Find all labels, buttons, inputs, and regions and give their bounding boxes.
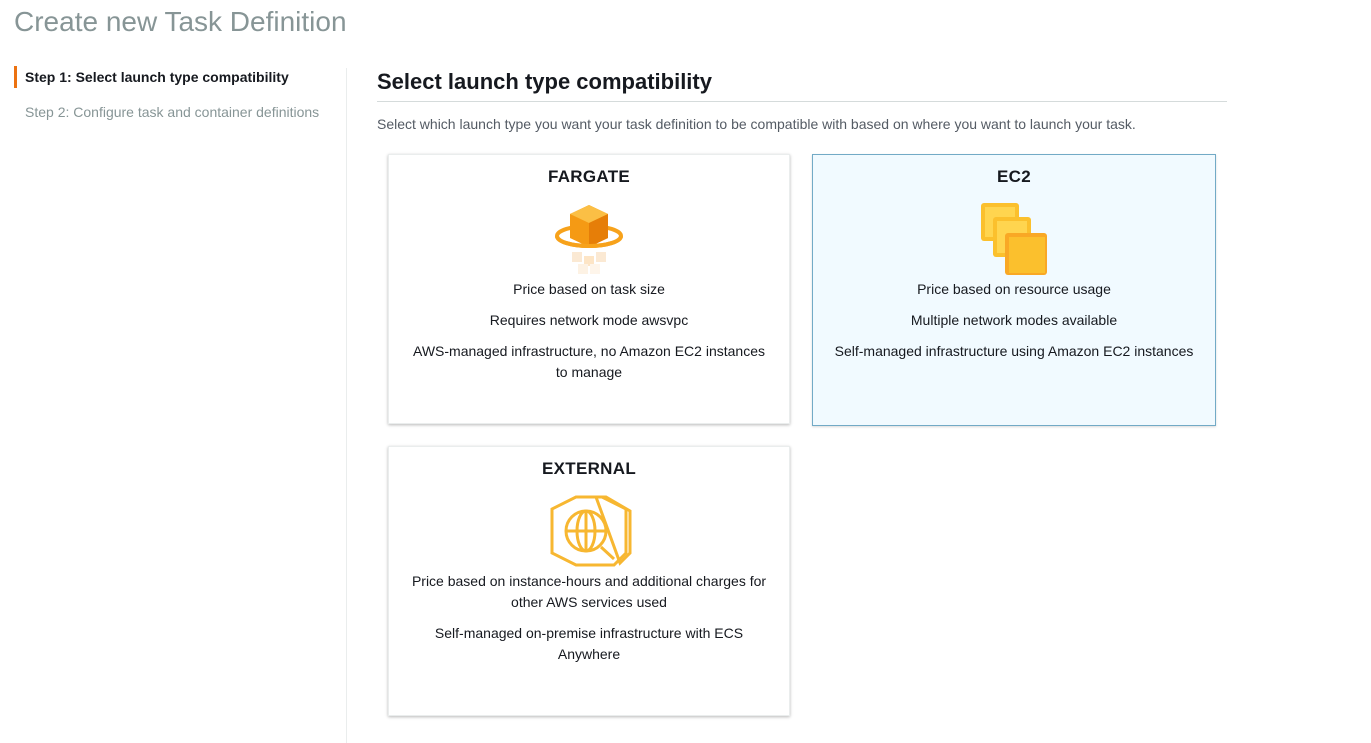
page-title: Create new Task Definition xyxy=(14,6,347,37)
vertical-divider xyxy=(346,68,347,743)
launch-type-card-ec2[interactable]: EC2 Price based on resource usage Multip… xyxy=(812,154,1216,426)
card-title: FARGATE xyxy=(547,167,631,186)
card-line: Self-managed on-premise infrastructure w… xyxy=(434,625,744,662)
fargate-icon xyxy=(555,205,623,274)
wizard-steps: Step 1: Select launch type compatibility… xyxy=(14,66,334,136)
step-2-link[interactable]: Step 2: Configure task and container def… xyxy=(14,101,334,123)
card-line: AWS-managed infrastructure, no Amazon EC… xyxy=(413,343,765,380)
card-title: EC2 xyxy=(997,167,1031,186)
card-line: Price based on task size xyxy=(513,281,665,297)
card-line: Price based on resource usage xyxy=(917,281,1111,297)
card-line: Price based on instance-hours and additi… xyxy=(411,573,767,610)
card-line: Self-managed infrastructure using Amazon… xyxy=(834,343,1194,359)
ec2-instances-icon xyxy=(981,203,1047,275)
card-line: Multiple network modes available xyxy=(910,312,1118,328)
card-line: Requires network mode awsvpc xyxy=(489,312,689,328)
card-title: EXTERNAL xyxy=(541,459,636,478)
section-description: Select which launch type you want your t… xyxy=(377,116,1136,132)
step-1-link[interactable]: Step 1: Select launch type compatibility xyxy=(14,66,334,88)
ecs-anywhere-globe-icon xyxy=(550,495,632,567)
launch-type-card-external[interactable]: EXTERNAL Price based on instance-hours a… xyxy=(388,446,790,716)
launch-type-card-fargate[interactable]: FARGATE Price based on task size Require… xyxy=(388,154,790,424)
section-title: Select launch type compatibility xyxy=(377,68,1227,102)
